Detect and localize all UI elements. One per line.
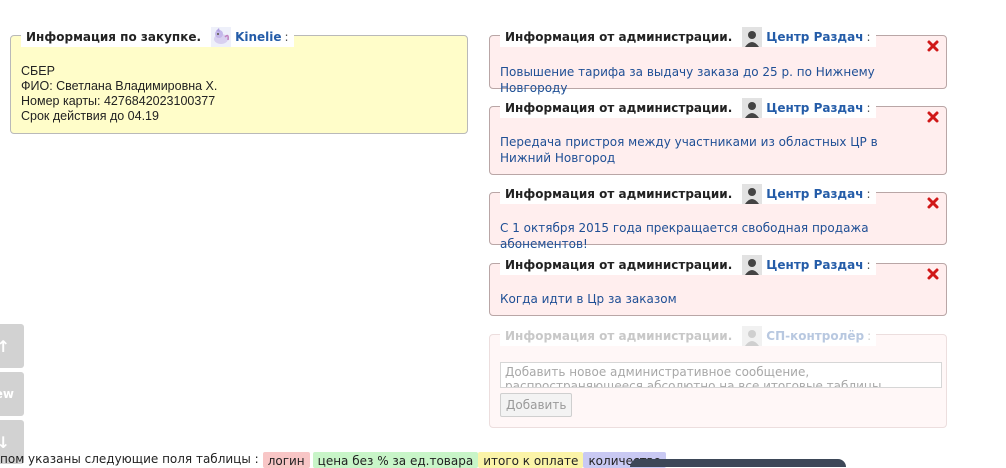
admin-message-text[interactable]: С 1 октября 2015 года прекращается свобо…: [500, 220, 932, 252]
field-tag-login: логин: [262, 452, 310, 468]
card-holder-name: ФИО: Светлана Владимировна Х.: [21, 79, 218, 93]
admin-message-text[interactable]: Когда идти в Цр за заказом: [500, 291, 932, 307]
close-icon[interactable]: [926, 267, 940, 281]
admin-author-link[interactable]: Центр Раздач: [766, 28, 863, 46]
new-admin-message-input[interactable]: [500, 362, 942, 388]
close-icon[interactable]: [926, 110, 940, 124]
legend-colon: :: [866, 30, 871, 44]
new-admin-message-legend: Информация от администрации. СП-контролё…: [500, 326, 877, 346]
purchase-organizer-link[interactable]: Kinelie: [235, 28, 281, 46]
scroll-up-button[interactable]: ↑: [0, 324, 24, 368]
field-tag-total: итого к оплате: [478, 452, 584, 468]
user-avatar-icon[interactable]: [742, 255, 763, 275]
close-icon[interactable]: [926, 196, 940, 210]
new-admin-message-form: Информация от администрации. СП-контролё…: [489, 326, 947, 428]
bottom-dark-bar: [630, 459, 846, 467]
purchase-info-panel: Информация по закупке. Kinelie : СБЕР ФИ…: [10, 27, 468, 134]
admin-message-legend: Информация от администрации. Центр Разда…: [500, 184, 876, 204]
user-avatar-icon[interactable]: [211, 27, 232, 47]
admin-message-panel: Информация от администрации. Центр Разда…: [489, 184, 947, 251]
legend-colon: :: [284, 30, 289, 44]
admin-message-text[interactable]: Повышение тарифа за выдачу заказа до 25 …: [500, 64, 932, 96]
card-number: Номер карты: 4276842023100377: [21, 94, 216, 108]
admin-message-title: Информация от администрации.: [505, 258, 733, 272]
new-admin-message-title: Информация от администрации.: [505, 329, 733, 343]
admin-message-legend: Информация от администрации. Центр Разда…: [500, 27, 876, 47]
purchase-info-body: СБЕР ФИО: Светлана Владимировна Х. Номер…: [21, 64, 217, 124]
admin-message-title: Информация от администрации.: [505, 30, 733, 44]
card-expiry: Срок действия до 04.19: [21, 109, 159, 123]
legend-colon: :: [867, 329, 872, 343]
arrow-down-icon: ↓: [0, 432, 10, 452]
user-avatar-icon[interactable]: [742, 184, 763, 204]
admin-message-legend: Информация от администрации. Центр Разда…: [500, 98, 876, 118]
legend-colon: :: [866, 101, 871, 115]
fields-legend-prefix: пом указаны следующие поля таблицы :: [0, 452, 259, 466]
new-button[interactable]: ew: [0, 372, 24, 416]
admin-message-text[interactable]: Передача пристроя между участниками из о…: [500, 134, 932, 166]
user-avatar-icon: [742, 326, 763, 346]
purchase-info-legend: Информация по закупке. Kinelie :: [21, 27, 294, 47]
admin-author-link[interactable]: Центр Раздач: [766, 185, 863, 203]
legend-colon: :: [866, 187, 871, 201]
purchase-info-title: Информация по закупке.: [26, 30, 202, 44]
bank-name: СБЕР: [21, 64, 55, 78]
admin-message-title: Информация от администрации.: [505, 187, 733, 201]
admin-message-title: Информация от администрации.: [505, 101, 733, 115]
admin-message-panel: Информация от администрации. Центр Разда…: [489, 98, 947, 175]
admin-message-legend: Информация от администрации. Центр Разда…: [500, 255, 876, 275]
field-tag-price: цена без % за ед.товара: [312, 452, 479, 468]
add-message-button[interactable]: Добавить: [500, 393, 573, 417]
new-label: ew: [0, 387, 14, 401]
user-avatar-icon[interactable]: [742, 98, 763, 118]
table-fields-legend: пом указаны следующие поля таблицы : лог…: [0, 452, 666, 468]
admin-message-panel: Информация от администрации. Центр Разда…: [489, 255, 947, 316]
admin-author-link[interactable]: Центр Раздач: [766, 99, 863, 117]
arrow-up-icon: ↑: [0, 336, 10, 356]
admin-author-link[interactable]: Центр Раздач: [766, 256, 863, 274]
admin-message-panel: Информация от администрации. Центр Разда…: [489, 27, 947, 95]
user-avatar-icon[interactable]: [742, 27, 763, 47]
controller-link[interactable]: СП-контролёр: [766, 327, 864, 345]
close-icon[interactable]: [926, 39, 940, 53]
legend-colon: :: [866, 258, 871, 272]
